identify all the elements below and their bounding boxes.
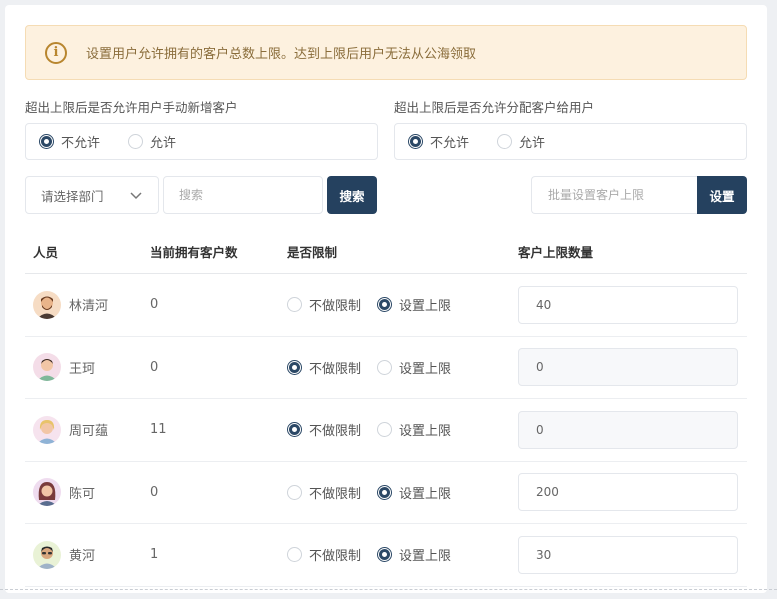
avatar — [33, 290, 61, 319]
assign-radio-group: 不允许 允许 — [394, 123, 747, 160]
assign-option-disallow[interactable]: 不允许 — [408, 132, 469, 151]
assign-label: 超出上限后是否允许分配客户给用户 — [394, 100, 595, 115]
no-limit-option[interactable]: 不做限制 — [287, 420, 361, 439]
limit-qty-input[interactable]: 30 — [518, 535, 738, 574]
search-input[interactable] — [163, 176, 323, 214]
limit-qty-input[interactable]: 0 — [518, 410, 738, 449]
customer-count: 0 — [150, 297, 159, 313]
manual-add-label: 超出上限后是否允许用户手动新增客户 — [25, 100, 238, 115]
manual-add-radio-group: 不允许 允许 — [25, 123, 378, 160]
radio-unchecked-icon[interactable] — [377, 422, 393, 438]
set-limit-option[interactable]: 设置上限 — [377, 545, 451, 564]
radio-checked-icon[interactable] — [287, 359, 302, 375]
assign-option-allow[interactable]: 允许 — [497, 132, 545, 151]
table-row: 周可蕴 11 不做限制 设置上限 0 — [25, 399, 747, 462]
header-count: 当前拥有客户数 — [150, 244, 238, 260]
customer-count: 1 — [150, 547, 159, 563]
user-avatar-icon — [37, 296, 57, 319]
no-limit-option[interactable]: 不做限制 — [287, 295, 361, 314]
customer-count: 0 — [150, 359, 159, 375]
user-avatar-icon — [37, 359, 57, 382]
limit-qty-input[interactable]: 200 — [518, 473, 738, 512]
info-icon: i — [45, 41, 67, 64]
main-panel: i 设置用户允许拥有的客户总数上限。达到上限后用户无法从公海领取 超出上限后是否… — [5, 5, 767, 593]
info-notice: i 设置用户允许拥有的客户总数上限。达到上限后用户无法从公海领取 — [25, 25, 747, 80]
header-person: 人员 — [33, 244, 59, 260]
user-name: 陈可 — [69, 486, 96, 502]
search-button[interactable]: 搜索 — [327, 176, 377, 214]
radio-unchecked-icon[interactable] — [287, 547, 302, 563]
radio-unchecked-icon[interactable] — [287, 297, 302, 313]
limit-qty-input[interactable]: 0 — [518, 348, 738, 387]
user-limit-table: 人员 当前拥有客户数 是否限制 客户上限数量 林清河 0 不做限制 设置上限 4… — [25, 229, 747, 587]
radio-checked-icon[interactable] — [377, 297, 393, 313]
user-name: 林清河 — [69, 299, 109, 315]
table-row: 林清河 0 不做限制 设置上限 40 — [25, 274, 747, 337]
user-name: 王珂 — [69, 361, 96, 377]
radio-checked-icon[interactable] — [408, 134, 423, 149]
set-limit-option[interactable]: 设置上限 — [377, 358, 451, 377]
header-qty: 客户上限数量 — [518, 244, 594, 260]
batch-limit-input[interactable] — [531, 176, 698, 214]
table-header: 人员 当前拥有客户数 是否限制 客户上限数量 — [25, 229, 747, 274]
customer-count: 11 — [150, 422, 167, 438]
user-avatar-icon — [37, 546, 57, 569]
radio-unchecked-icon[interactable] — [287, 484, 302, 500]
radio-checked-icon[interactable] — [39, 134, 54, 149]
set-limit-option[interactable]: 设置上限 — [377, 295, 451, 314]
radio-checked-icon[interactable] — [377, 547, 393, 563]
radio-unchecked-icon[interactable] — [128, 134, 144, 149]
user-avatar-icon — [37, 482, 57, 507]
no-limit-option[interactable]: 不做限制 — [287, 545, 361, 564]
department-select[interactable]: 请选择部门 — [25, 176, 159, 214]
radio-checked-icon[interactable] — [377, 484, 393, 500]
chevron-down-icon — [130, 192, 142, 200]
avatar — [33, 478, 61, 507]
set-button[interactable]: 设置 — [697, 176, 747, 214]
manual-add-option-disallow[interactable]: 不允许 — [39, 132, 100, 151]
page-bottom-divider — [0, 589, 777, 590]
radio-checked-icon[interactable] — [287, 422, 302, 438]
user-name: 黄河 — [69, 549, 96, 565]
user-name: 周可蕴 — [69, 424, 109, 440]
avatar — [33, 353, 61, 382]
no-limit-option[interactable]: 不做限制 — [287, 483, 361, 502]
table-row: 王珂 0 不做限制 设置上限 0 — [25, 337, 747, 399]
customer-count: 0 — [150, 484, 159, 500]
table-row: 黄河 1 不做限制 设置上限 30 — [25, 524, 747, 587]
radio-unchecked-icon[interactable] — [497, 134, 513, 149]
avatar — [33, 540, 61, 569]
no-limit-option[interactable]: 不做限制 — [287, 358, 361, 377]
radio-unchecked-icon[interactable] — [377, 359, 393, 375]
user-avatar-icon — [37, 419, 57, 444]
table-row: 陈可 0 不做限制 设置上限 200 — [25, 462, 747, 524]
department-select-placeholder: 请选择部门 — [41, 188, 104, 204]
notice-text: 设置用户允许拥有的客户总数上限。达到上限后用户无法从公海领取 — [86, 47, 477, 62]
manual-add-option-allow[interactable]: 允许 — [128, 132, 176, 151]
set-limit-option[interactable]: 设置上限 — [377, 483, 451, 502]
header-limit: 是否限制 — [287, 244, 338, 260]
limit-qty-input[interactable]: 40 — [518, 285, 738, 324]
set-limit-option[interactable]: 设置上限 — [377, 420, 451, 439]
avatar — [33, 415, 61, 444]
